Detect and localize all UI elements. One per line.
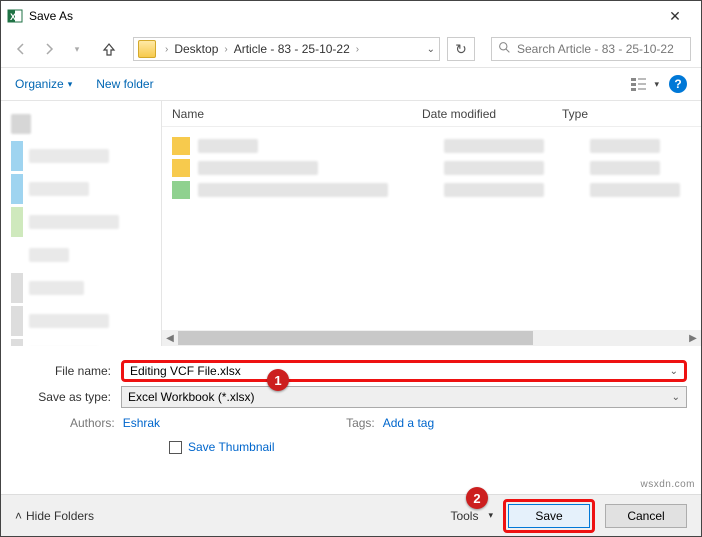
file-list-body[interactable] [162,127,701,330]
annotation-marker-2: 2 [466,487,488,509]
breadcrumb-folder[interactable]: Article - 83 - 25-10-22 [231,42,353,56]
title-bar: X Save As ✕ [1,1,701,31]
chevron-up-icon: ˄ [15,509,22,523]
recent-locations[interactable]: ▾ [67,39,87,59]
scroll-left-arrow[interactable]: ◀ [162,330,178,346]
col-date[interactable]: Date modified [422,107,562,121]
navigation-tree[interactable] [1,101,161,346]
explorer-body: Name Date modified Type [1,101,701,346]
filename-dropdown[interactable]: ⌄ [670,366,678,377]
col-type[interactable]: Type [562,107,701,121]
list-item[interactable] [172,159,691,177]
filename-label: File name: [15,364,121,378]
file-listing: Name Date modified Type [161,101,701,346]
window-title: Save As [29,9,655,23]
up-button[interactable] [99,39,119,59]
annotation-marker-1: 1 [267,369,289,391]
authors-value[interactable]: Eshrak [123,416,160,430]
address-bar[interactable]: › Desktop › Article - 83 - 25-10-22 › ⌄ [133,37,440,61]
new-folder-button[interactable]: New folder [96,77,153,91]
filename-input[interactable]: Editing VCF File.xlsx ⌄ [121,360,687,382]
excel-icon: X [7,8,23,24]
form-area: File name: Editing VCF File.xlsx ⌄ Save … [1,346,701,466]
back-button[interactable] [11,39,31,59]
cancel-button[interactable]: Cancel [605,504,687,528]
chevron-icon: › [353,44,362,55]
excel-file-icon [172,181,190,199]
svg-text:X: X [10,12,16,22]
chevron-icon: › [221,44,230,55]
tools-menu[interactable]: Tools▾ [450,509,493,523]
help-button[interactable]: ? [669,75,687,93]
folder-icon [172,137,190,155]
save-thumbnail-checkbox[interactable] [169,441,182,454]
view-options[interactable]: ▾ [630,76,659,92]
dialog-footer: ˄ Hide Folders Tools▾ Save Cancel [1,494,701,536]
savetype-label: Save as type: [15,390,121,404]
col-name[interactable]: Name [172,107,422,121]
column-headers: Name Date modified Type [162,101,701,127]
navigation-bar: ▾ › Desktop › Article - 83 - 25-10-22 › … [1,31,701,67]
forward-button[interactable] [39,39,59,59]
save-button-callout: Save [503,499,595,533]
list-item[interactable] [172,137,691,155]
folder-icon [138,40,156,58]
close-button[interactable]: ✕ [655,2,695,30]
save-as-dialog: X Save As ✕ ▾ › Desktop › Article - 83 -… [0,0,702,537]
savetype-select[interactable]: Excel Workbook (*.xlsx) ⌄ [121,386,687,408]
scroll-thumb[interactable] [178,331,533,345]
scroll-right-arrow[interactable]: ▶ [685,330,701,346]
save-button[interactable]: Save [508,504,590,528]
address-dropdown[interactable]: ⌄ [427,44,435,55]
search-icon [498,41,511,57]
list-item[interactable] [172,181,691,199]
watermark: wsxdn.com [640,479,695,490]
tags-value[interactable]: Add a tag [383,416,434,430]
breadcrumb-desktop[interactable]: Desktop [171,42,221,56]
authors-label: Authors: [70,416,115,430]
hide-folders-button[interactable]: ˄ Hide Folders [15,509,94,523]
save-thumbnail-label[interactable]: Save Thumbnail [188,440,275,454]
refresh-button[interactable]: ↻ [447,37,475,61]
search-placeholder: Search Article - 83 - 25-10-22 [517,42,674,56]
organize-menu[interactable]: Organize▾ [15,77,72,91]
savetype-dropdown-chevron[interactable]: ⌄ [672,392,680,403]
folder-icon [172,159,190,177]
toolbar: Organize▾ New folder ▾ ? [1,67,701,101]
horizontal-scrollbar[interactable]: ◀ ▶ [162,330,701,346]
chevron-icon: › [162,44,171,55]
tags-label: Tags: [346,416,375,430]
search-box[interactable]: Search Article - 83 - 25-10-22 [491,37,691,61]
